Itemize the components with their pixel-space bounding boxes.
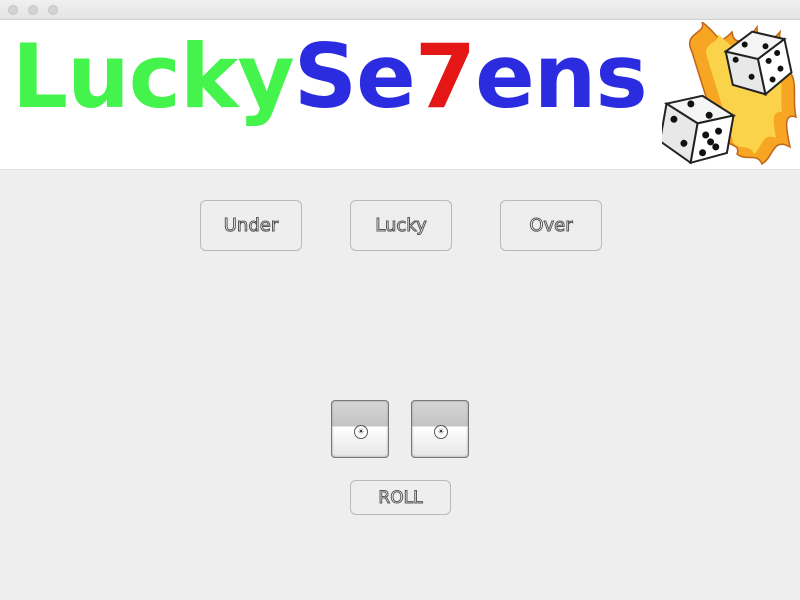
over-button[interactable]: Over (500, 200, 602, 251)
minimize-window-button[interactable] (28, 5, 38, 15)
flaming-dice-icon (662, 22, 798, 166)
die-face-icon: ☀ (434, 425, 448, 439)
die-2[interactable]: ☀ (411, 400, 469, 458)
roll-button[interactable]: ROLL (350, 480, 451, 515)
under-button[interactable]: Under (200, 200, 302, 251)
close-window-button[interactable] (8, 5, 18, 15)
app-logo: LuckySe7ens (12, 22, 648, 132)
logo-seven-text: 7 (414, 25, 476, 128)
app-window: LuckySe7ens Under Lucky Over ☀ ☀ ROLL (0, 0, 800, 600)
lucky-button[interactable]: Lucky (350, 200, 452, 251)
logo-se-text: Se (293, 25, 416, 128)
logo-lucky-text: Lucky (12, 25, 295, 128)
die-1[interactable]: ☀ (331, 400, 389, 458)
zoom-window-button[interactable] (48, 5, 58, 15)
logo-ens-text: ens (475, 25, 648, 128)
banner: LuckySe7ens (0, 20, 800, 170)
title-bar (0, 0, 800, 20)
die-face-icon: ☀ (354, 425, 368, 439)
